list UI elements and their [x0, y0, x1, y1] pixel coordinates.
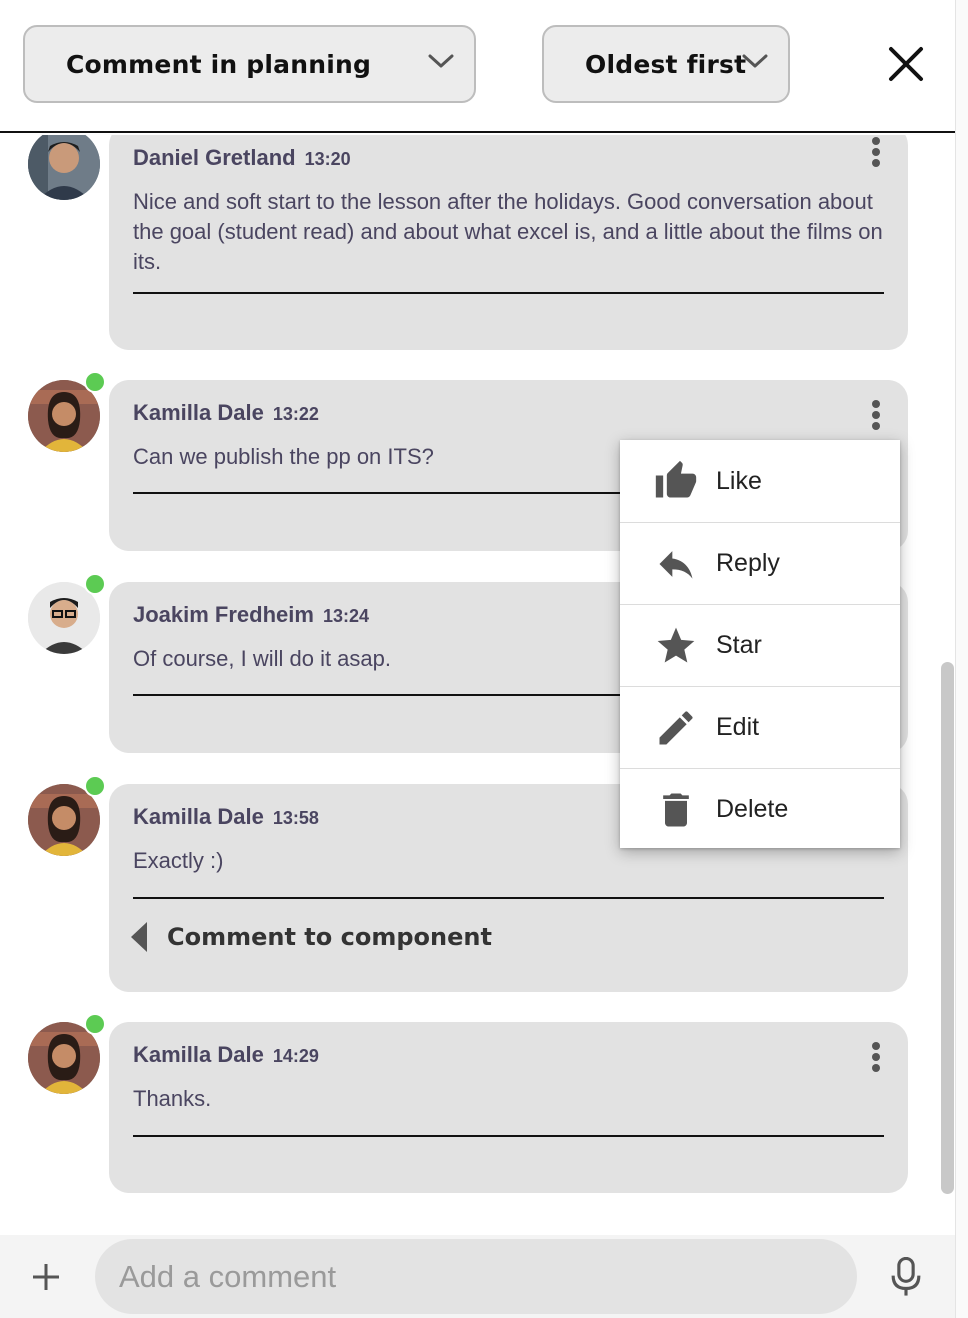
comment-time: 13:22	[272, 404, 319, 424]
more-options-icon[interactable]	[866, 1042, 886, 1078]
divider	[133, 1135, 884, 1137]
comment-filter-dropdown[interactable]: Comment in planning	[23, 25, 476, 103]
comment-time: 13:24	[322, 606, 369, 626]
online-status-dot	[84, 775, 106, 797]
menu-item-like[interactable]: Like	[620, 440, 900, 522]
sort-order-label: Oldest first	[585, 49, 747, 79]
comment-text: Thanks.	[133, 1086, 212, 1111]
menu-item-edit[interactable]: Edit	[620, 686, 900, 768]
menu-item-label: Star	[716, 631, 762, 659]
comment-meta: Kamilla Dale 13:58	[133, 804, 319, 830]
plus-icon[interactable]	[30, 1261, 62, 1293]
scrollbar-track[interactable]	[955, 0, 968, 1318]
sort-order-dropdown[interactable]: Oldest first	[542, 25, 790, 103]
trash-icon	[663, 793, 689, 827]
more-options-icon[interactable]	[866, 400, 886, 436]
comment-time: 13:58	[272, 808, 319, 828]
microphone-icon[interactable]	[888, 1257, 924, 1297]
comment-meta: Kamilla Dale 14:29	[133, 1042, 319, 1068]
comment-text: Exactly :)	[133, 848, 224, 873]
menu-item-label: Edit	[716, 713, 760, 741]
pencil-icon	[659, 711, 693, 745]
comments-header: Comment in planning Oldest first	[0, 0, 955, 133]
menu-item-label: Reply	[716, 549, 780, 577]
comment-to-component-label: Comment to component	[167, 923, 492, 951]
online-status-dot	[84, 573, 106, 595]
chevron-down-icon	[428, 54, 454, 68]
comment-card: Daniel Gretland 13:20 Nice and soft star…	[109, 135, 908, 350]
star-icon	[657, 627, 695, 663]
chevron-down-icon	[742, 54, 768, 68]
comment-composer	[0, 1235, 955, 1318]
more-options-icon[interactable]	[866, 137, 886, 173]
menu-item-reply[interactable]: Reply	[620, 522, 900, 604]
menu-item-star[interactable]: Star	[620, 604, 900, 686]
comment-context-menu: Like Reply Star Edit Delete	[620, 440, 900, 848]
comment-author[interactable]: Daniel Gretland	[133, 145, 296, 171]
comment-time: 14:29	[272, 1046, 319, 1066]
comment-author[interactable]: Kamilla Dale	[133, 1042, 264, 1068]
online-status-dot	[84, 1013, 106, 1035]
thumb-up-icon	[655, 460, 697, 498]
divider	[133, 897, 884, 899]
comment-filter-label: Comment in planning	[66, 49, 372, 79]
menu-item-label: Like	[716, 466, 762, 495]
comment-text: Nice and soft start to the lesson after …	[133, 189, 883, 274]
triangle-left-icon	[131, 922, 147, 952]
comment-author[interactable]: Kamilla Dale	[133, 400, 264, 426]
online-status-dot	[84, 371, 106, 393]
scrollbar-thumb[interactable]	[941, 662, 954, 1194]
comment-meta: Kamilla Dale 13:22	[133, 400, 319, 426]
comment-author[interactable]: Joakim Fredheim	[133, 602, 314, 628]
close-icon[interactable]	[886, 44, 926, 84]
menu-item-delete[interactable]: Delete	[620, 768, 900, 850]
comment-meta: Daniel Gretland 13:20	[133, 145, 351, 171]
comment-input[interactable]	[95, 1239, 857, 1314]
comment-time: 13:20	[304, 149, 351, 169]
comment-author[interactable]: Kamilla Dale	[133, 804, 264, 830]
comment-card: Kamilla Dale 14:29 Thanks.	[109, 1022, 908, 1193]
avatar[interactable]	[28, 135, 100, 200]
comment-to-component-link[interactable]: Comment to component	[129, 921, 492, 953]
divider	[133, 292, 884, 294]
comment-meta: Joakim Fredheim 13:24	[133, 602, 369, 628]
reply-icon	[659, 551, 693, 579]
menu-item-label: Delete	[716, 795, 789, 823]
